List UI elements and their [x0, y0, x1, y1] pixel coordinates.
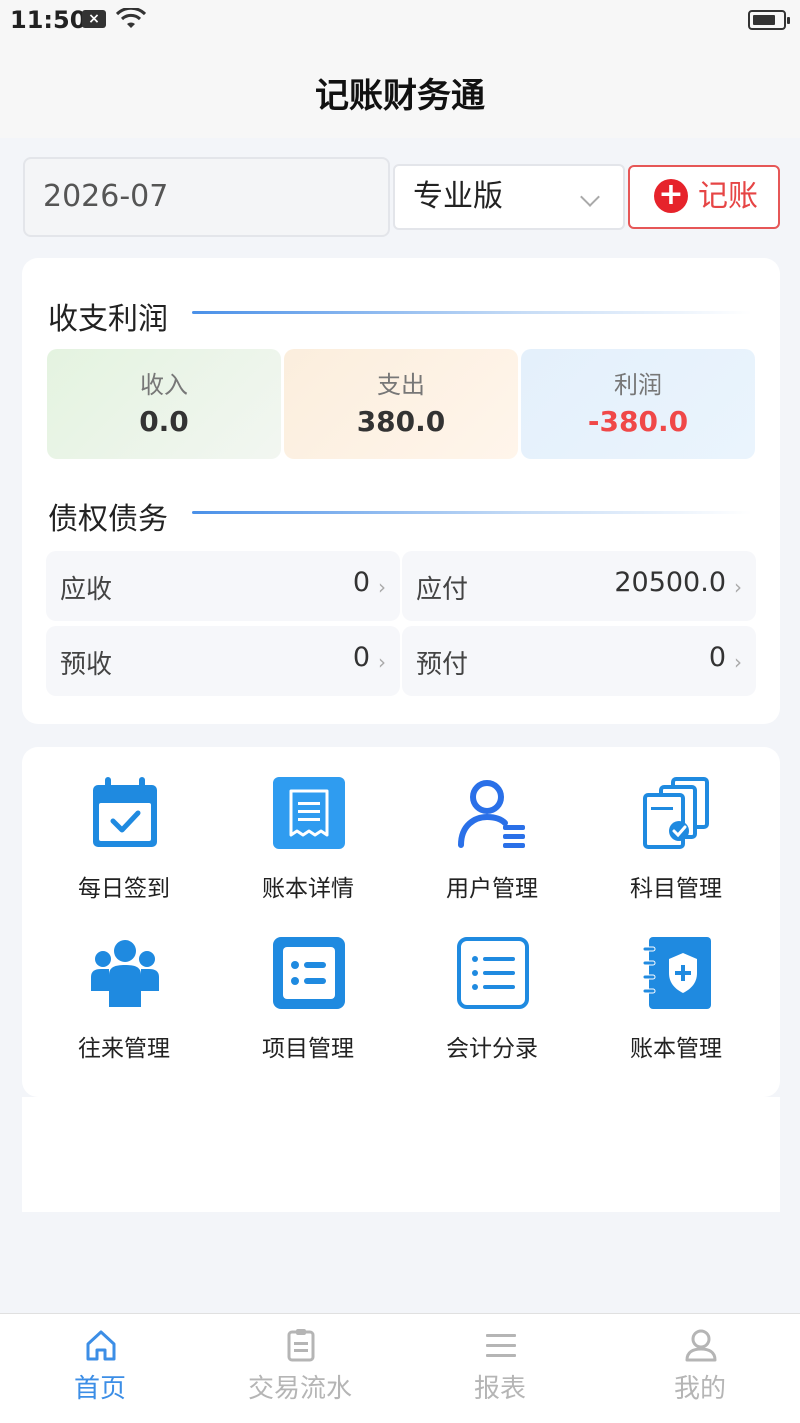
tab-label: 我的 — [673, 1374, 726, 1404]
home-icon — [86, 1330, 116, 1361]
stat-value: 0.0 — [139, 405, 189, 438]
stat-value: 380.0 — [356, 405, 446, 438]
clipboard-icon — [287, 1329, 315, 1362]
menu-item-journal-entries[interactable]: 会计分录 — [400, 935, 584, 1065]
plus-circle-icon: + — [654, 179, 688, 213]
person-icon — [685, 1329, 717, 1362]
tab-label: 报表 — [473, 1374, 526, 1404]
calendar-check-icon — [93, 777, 157, 847]
tab-reports[interactable]: 报表 — [400, 1314, 600, 1423]
menu-label: 科目管理 — [630, 876, 722, 902]
menu-label: 会计分录 — [446, 1036, 538, 1062]
stat-value: -380.0 — [587, 405, 689, 438]
debt-value: 0 — [352, 642, 370, 673]
menu-label: 账本管理 — [630, 1036, 722, 1062]
content-blank-area — [22, 1097, 780, 1212]
stat-label: 支出 — [377, 371, 425, 399]
stat-income[interactable]: 收入 0.0 — [47, 349, 281, 459]
menu-item-ledger-management[interactable]: 账本管理 — [584, 935, 768, 1065]
menu-item-user-management[interactable]: 用户管理 — [400, 775, 584, 905]
debt-section-title: 债权债务 — [48, 502, 168, 537]
chevron-right-icon: › — [378, 650, 386, 674]
status-time: 11:50 — [10, 6, 87, 34]
debt-item-advance-received[interactable]: 预收 0 › — [46, 626, 400, 696]
section-divider — [192, 311, 752, 314]
month-picker[interactable]: 2026-07 — [23, 157, 390, 237]
documents-check-icon — [643, 777, 709, 849]
debt-item-receivable[interactable]: 应收 0 › — [46, 551, 400, 621]
debt-label: 应付 — [416, 575, 469, 605]
menu-item-contacts[interactable]: 往来管理 — [32, 935, 216, 1065]
group-icon — [91, 940, 159, 1007]
section-divider — [192, 511, 752, 514]
status-bar: 11:50 × — [0, 0, 800, 40]
stat-expense[interactable]: 支出 380.0 — [284, 349, 518, 459]
menu-item-account-subjects[interactable]: 科目管理 — [584, 775, 768, 905]
wifi-icon — [116, 8, 146, 28]
record-button-label: 记账 — [698, 179, 758, 214]
shield-notebook-icon — [642, 937, 711, 1009]
menu-label: 往来管理 — [78, 1036, 170, 1062]
tab-home[interactable]: 首页 — [0, 1314, 200, 1423]
debt-value: 20500.0 — [614, 567, 726, 598]
debt-value: 0 — [708, 642, 726, 673]
notification-x-icon: × — [82, 10, 106, 28]
app-header: 记账财务通 — [0, 40, 800, 138]
ledger-list-icon — [457, 937, 529, 1009]
debt-value: 0 — [352, 567, 370, 598]
menu-label: 项目管理 — [262, 1036, 354, 1062]
debt-label: 预收 — [60, 650, 113, 680]
record-button[interactable]: + 记账 — [628, 165, 780, 229]
chevron-right-icon: › — [378, 575, 386, 599]
menu-card: 每日签到 账本详情 用户管理 科目管理 往来管理 项目管理 会计分录 账本管理 — [22, 747, 780, 1097]
debt-label: 应收 — [60, 575, 113, 605]
tab-label: 交易流水 — [247, 1374, 352, 1404]
user-list-icon — [458, 780, 525, 848]
debt-label: 预付 — [416, 650, 469, 680]
menu-item-ledger-detail[interactable]: 账本详情 — [216, 775, 400, 905]
debt-item-payable[interactable]: 应付 20500.0 › — [402, 551, 756, 621]
tab-label: 首页 — [73, 1374, 126, 1404]
menu-lines-icon — [486, 1334, 516, 1357]
stat-label: 利润 — [614, 371, 662, 399]
edition-select[interactable]: 专业版 — [393, 164, 625, 230]
menu-label: 账本详情 — [262, 876, 354, 902]
stat-label: 收入 — [140, 371, 188, 399]
bottom-tab-bar: 首页 交易流水 报表 我的 — [0, 1313, 800, 1423]
chevron-right-icon: › — [734, 575, 742, 599]
list-box-icon — [273, 937, 345, 1009]
edition-select-value: 专业版 — [413, 179, 503, 214]
menu-item-projects[interactable]: 项目管理 — [216, 935, 400, 1065]
chevron-right-icon: › — [734, 650, 742, 674]
menu-label: 每日签到 — [78, 876, 170, 902]
tab-transactions[interactable]: 交易流水 — [200, 1314, 400, 1423]
battery-icon — [748, 10, 790, 30]
income-section-title: 收支利润 — [48, 302, 168, 337]
summary-card: 收支利润 收入 0.0 支出 380.0 利润 -380.0 债权债务 应收 0… — [22, 258, 780, 724]
chevron-down-icon — [580, 187, 600, 207]
page-title: 记账财务通 — [315, 76, 485, 116]
stat-profit[interactable]: 利润 -380.0 — [521, 349, 755, 459]
receipt-icon — [273, 777, 345, 849]
menu-item-daily-checkin[interactable]: 每日签到 — [32, 775, 216, 905]
tab-profile[interactable]: 我的 — [600, 1314, 800, 1423]
debt-item-prepaid[interactable]: 预付 0 › — [402, 626, 756, 696]
menu-label: 用户管理 — [446, 876, 538, 902]
